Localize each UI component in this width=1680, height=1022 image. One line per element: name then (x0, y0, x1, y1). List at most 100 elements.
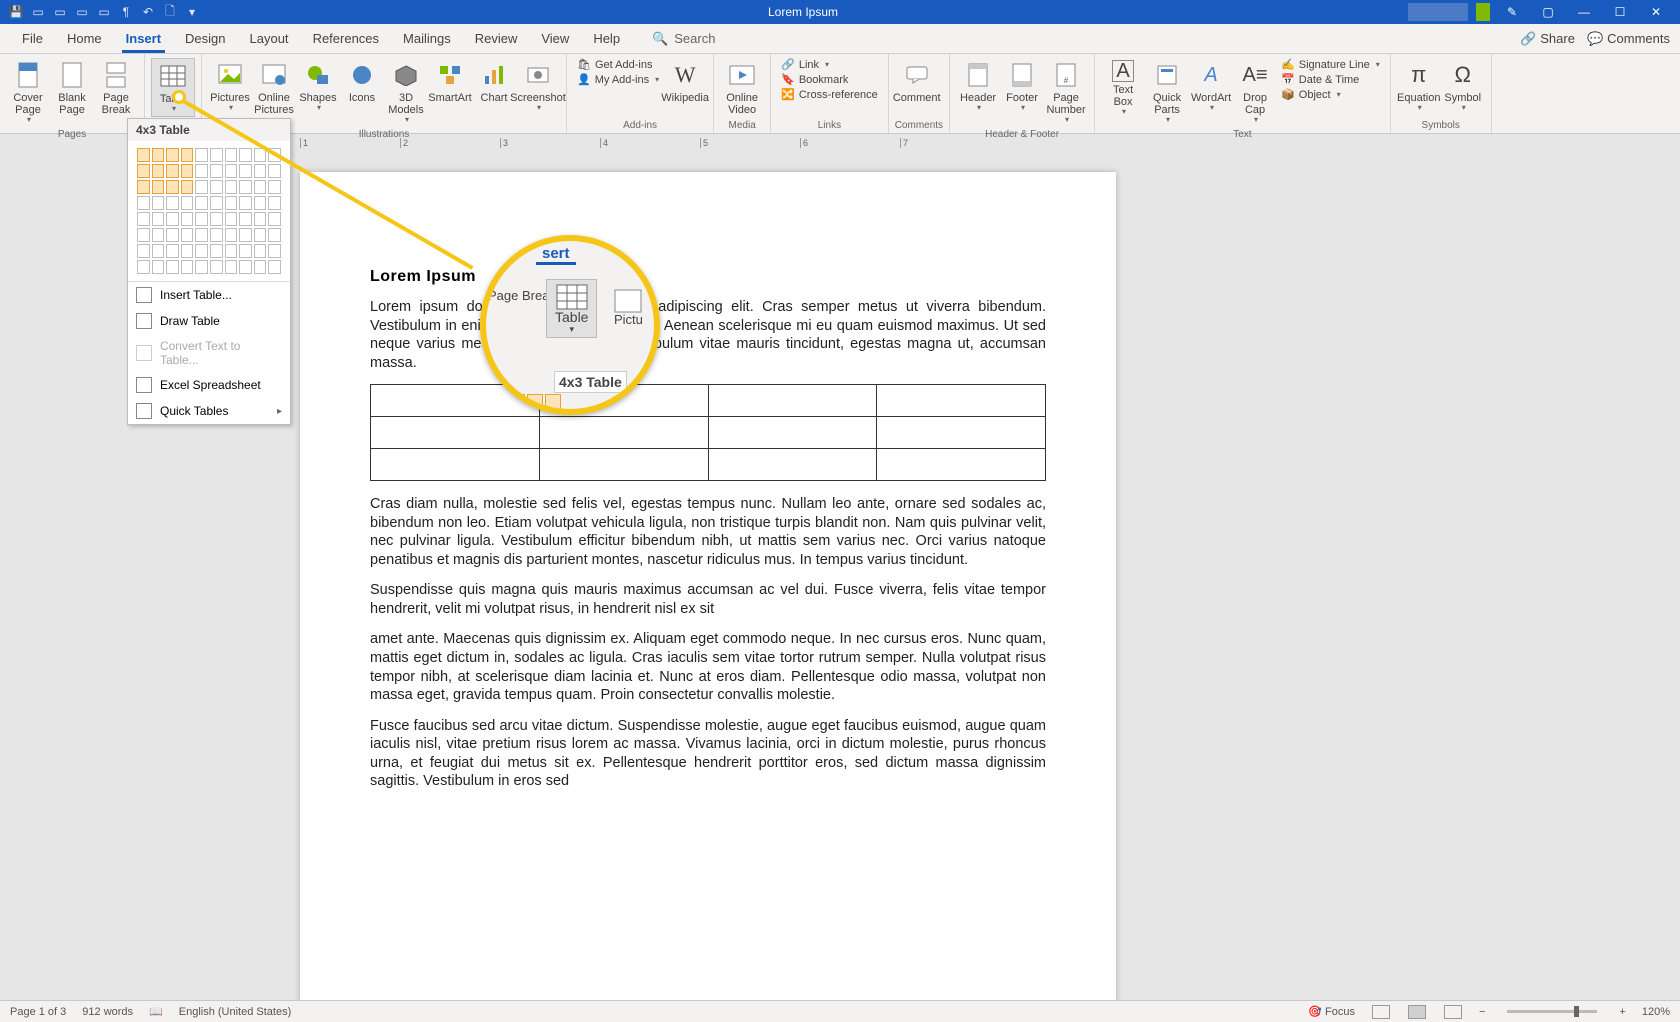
grid-cell[interactable] (210, 260, 223, 274)
grid-cell[interactable] (137, 164, 150, 178)
grid-cell[interactable] (225, 212, 238, 226)
grid-cell[interactable] (195, 212, 208, 226)
qat-icon[interactable]: ¶ (118, 4, 134, 20)
page-break-button[interactable]: Page Break (94, 58, 138, 118)
grid-cell[interactable] (181, 164, 194, 178)
grid-cell[interactable] (152, 180, 165, 194)
language-indicator[interactable]: English (United States) (179, 1006, 292, 1018)
grid-cell[interactable] (166, 244, 179, 258)
zoom-slider[interactable] (1507, 1010, 1597, 1013)
pictures-button[interactable]: Pictures▾ (208, 58, 252, 115)
smartart-button[interactable]: SmartArt (428, 58, 472, 106)
blank-page-button[interactable]: Blank Page (50, 58, 94, 118)
footer-button[interactable]: Footer▾ (1000, 58, 1044, 115)
tab-mailings[interactable]: Mailings (391, 24, 463, 53)
grid-cell[interactable] (166, 228, 179, 242)
grid-cell[interactable] (254, 212, 267, 226)
grid-cell[interactable] (239, 244, 252, 258)
text-box-button[interactable]: AText Box▾ (1101, 58, 1145, 119)
account-status[interactable] (1476, 3, 1490, 21)
tab-insert[interactable]: Insert (114, 24, 173, 53)
grid-cell[interactable] (225, 228, 238, 242)
qat-icon[interactable]: ▭ (96, 4, 112, 20)
tab-home[interactable]: Home (55, 24, 114, 53)
tab-design[interactable]: Design (173, 24, 237, 53)
grid-cell[interactable] (268, 180, 281, 194)
qat-icon[interactable]: ▭ (52, 4, 68, 20)
grid-cell[interactable] (239, 228, 252, 242)
grid-cell[interactable] (166, 196, 179, 210)
draw-table-menuitem[interactable]: Draw Table (128, 308, 290, 334)
grid-cell[interactable] (152, 260, 165, 274)
maximize-button[interactable]: ☐ (1606, 3, 1634, 21)
grid-cell[interactable] (181, 244, 194, 258)
grid-cell[interactable] (137, 196, 150, 210)
cover-page-button[interactable]: Cover Page▾ (6, 58, 50, 127)
grid-cell[interactable] (166, 180, 179, 194)
shapes-button[interactable]: Shapes▾ (296, 58, 340, 115)
zoom-level[interactable]: 120% (1642, 1006, 1670, 1018)
grid-cell[interactable] (195, 148, 208, 162)
tab-file[interactable]: File (10, 24, 55, 53)
grid-cell[interactable] (225, 148, 238, 162)
grid-cell[interactable] (195, 228, 208, 242)
qat-icon[interactable]: ▭ (74, 4, 90, 20)
grid-cell[interactable] (181, 180, 194, 194)
excel-spreadsheet-menuitem[interactable]: Excel Spreadsheet (128, 372, 290, 398)
account-badge[interactable] (1408, 3, 1468, 21)
grid-cell[interactable] (137, 148, 150, 162)
tab-view[interactable]: View (529, 24, 581, 53)
object-button[interactable]: 📦 Object▾ (1281, 88, 1380, 101)
tab-layout[interactable]: Layout (238, 24, 301, 53)
grid-cell[interactable] (152, 228, 165, 242)
grid-cell[interactable] (210, 164, 223, 178)
grid-cell[interactable] (239, 180, 252, 194)
grid-cell[interactable] (137, 244, 150, 258)
grid-cell[interactable] (239, 212, 252, 226)
grid-cell[interactable] (225, 196, 238, 210)
grid-cell[interactable] (268, 260, 281, 274)
signature-line-button[interactable]: ✍ Signature Line▾ (1281, 58, 1380, 71)
grid-cell[interactable] (239, 260, 252, 274)
grid-cell[interactable] (268, 228, 281, 242)
grid-cell[interactable] (268, 244, 281, 258)
grid-cell[interactable] (152, 212, 165, 226)
grid-cell[interactable] (239, 196, 252, 210)
equation-button[interactable]: πEquation▾ (1397, 58, 1441, 115)
quick-parts-button[interactable]: Quick Parts▾ (1145, 58, 1189, 127)
grid-cell[interactable] (152, 196, 165, 210)
grid-cell[interactable] (268, 164, 281, 178)
focus-mode-button[interactable]: 🎯 Focus (1308, 1005, 1355, 1018)
grid-cell[interactable] (137, 212, 150, 226)
qat-icon[interactable]: ↶ (140, 4, 156, 20)
symbol-button[interactable]: ΩSymbol▾ (1441, 58, 1485, 115)
tab-review[interactable]: Review (463, 24, 530, 53)
grid-cell[interactable] (181, 260, 194, 274)
icons-button[interactable]: Icons (340, 58, 384, 106)
web-layout-button[interactable] (1444, 1005, 1462, 1019)
print-layout-button[interactable] (1408, 1005, 1426, 1019)
grid-cell[interactable] (137, 260, 150, 274)
grid-cell[interactable] (181, 228, 194, 242)
my-addins-button[interactable]: 👤 My Add-ins▾ (577, 73, 659, 86)
grid-cell[interactable] (210, 244, 223, 258)
header-button[interactable]: Header▾ (956, 58, 1000, 115)
close-button[interactable]: ✕ (1642, 3, 1670, 21)
zoom-in-button[interactable]: + (1619, 1006, 1625, 1018)
grid-cell[interactable] (225, 244, 238, 258)
grid-cell[interactable] (268, 212, 281, 226)
save-icon[interactable]: 💾 (8, 4, 24, 20)
table-button[interactable]: Table▾ (151, 58, 195, 117)
grid-cell[interactable] (254, 196, 267, 210)
qat-icon[interactable]: 🗋 (162, 4, 178, 20)
page-indicator[interactable]: Page 1 of 3 (10, 1006, 66, 1018)
table-size-grid[interactable] (128, 141, 290, 281)
proofing-icon[interactable]: 📖 (149, 1005, 163, 1018)
grid-cell[interactable] (210, 212, 223, 226)
grid-cell[interactable] (166, 164, 179, 178)
cross-reference-button[interactable]: 🔀 Cross-reference (781, 88, 878, 101)
grid-cell[interactable] (210, 180, 223, 194)
grid-cell[interactable] (152, 164, 165, 178)
grid-cell[interactable] (195, 180, 208, 194)
grid-cell[interactable] (254, 260, 267, 274)
